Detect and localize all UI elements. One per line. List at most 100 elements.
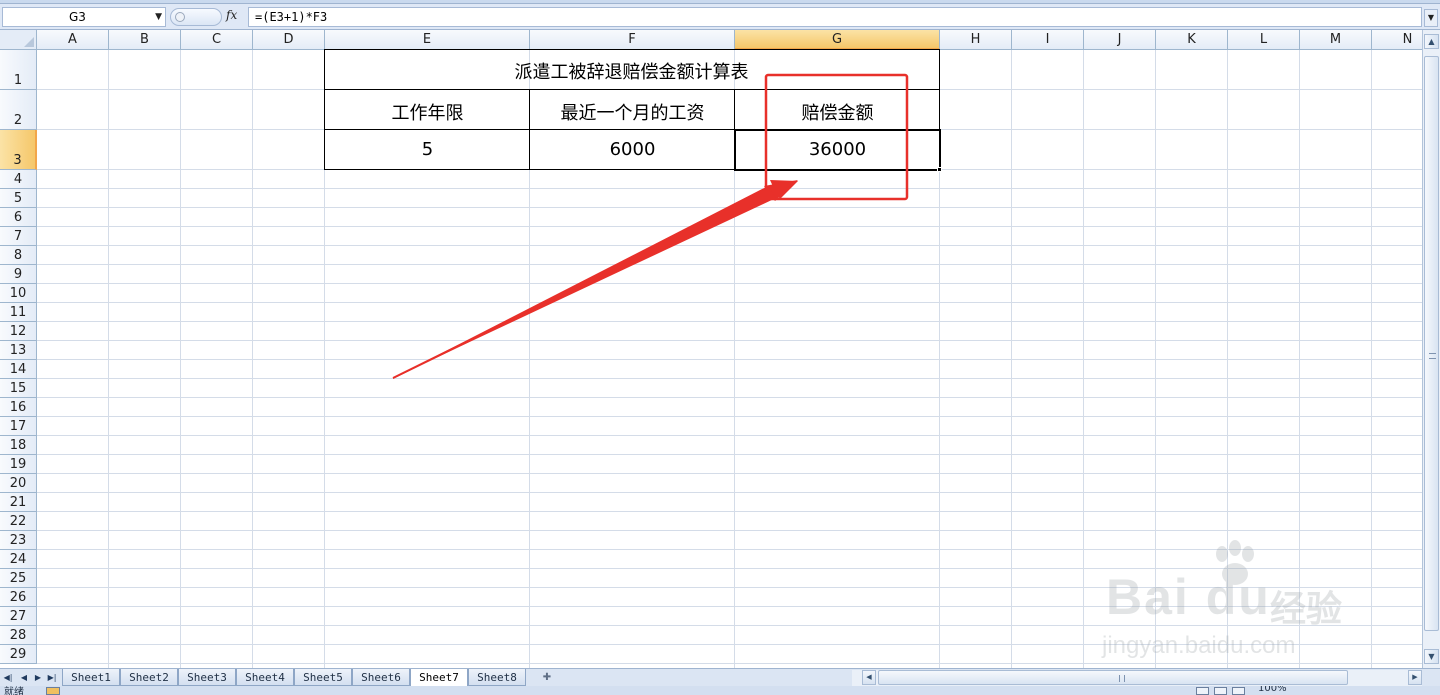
sheet-tab-sheet6[interactable]: Sheet6 [352, 669, 410, 686]
row-header-28[interactable]: 28 [0, 626, 37, 645]
column-header-d[interactable]: D [253, 30, 325, 50]
row-header-25[interactable]: 25 [0, 569, 37, 588]
column-header-e[interactable]: E [325, 30, 530, 50]
column-header-j[interactable]: J [1084, 30, 1156, 50]
macro-record-icon[interactable] [46, 687, 60, 695]
fill-handle[interactable] [937, 167, 942, 172]
vertical-scroll-thumb[interactable] [1424, 56, 1439, 631]
table-value-cell[interactable]: 5 [325, 139, 530, 160]
sheet-tab-sheet4[interactable]: Sheet4 [236, 669, 294, 686]
new-sheet-icon[interactable]: ✚ [536, 670, 558, 685]
row-header-29[interactable]: 29 [0, 645, 37, 664]
column-header-n[interactable]: N [1372, 30, 1422, 50]
select-all-button[interactable] [0, 30, 37, 50]
row-header-13[interactable]: 13 [0, 341, 37, 360]
row-header-19[interactable]: 19 [0, 455, 37, 474]
gridline-horizontal [37, 435, 1422, 436]
active-cell-selection[interactable] [734, 129, 941, 171]
column-header-a[interactable]: A [37, 30, 109, 50]
sheet-tab-sheet3[interactable]: Sheet3 [178, 669, 236, 686]
row-header-10[interactable]: 10 [0, 284, 37, 303]
row-number: 6 [13, 210, 23, 225]
column-header-c[interactable]: C [181, 30, 253, 50]
next-sheet-icon[interactable]: ▶ [32, 671, 44, 685]
page-layout-icon[interactable] [1214, 687, 1227, 695]
fx-icon[interactable]: fx [226, 8, 237, 22]
row-header-1[interactable]: 1 [0, 50, 37, 90]
scroll-left-icon[interactable]: ◀ [862, 670, 876, 685]
dropdown-icon[interactable]: ▼ [155, 8, 162, 26]
row-header-14[interactable]: 14 [0, 360, 37, 379]
column-header-g[interactable]: G [735, 30, 940, 50]
row-number: 16 [9, 400, 27, 415]
column-header-l[interactable]: L [1228, 30, 1300, 50]
row-header-26[interactable]: 26 [0, 588, 37, 607]
row-header-24[interactable]: 24 [0, 550, 37, 569]
row-number: 25 [9, 571, 27, 586]
formula-cancel-enter-button[interactable] [170, 8, 222, 26]
formula-buttons: fx [170, 7, 246, 27]
scroll-down-icon[interactable]: ▼ [1424, 649, 1439, 664]
last-sheet-icon[interactable]: ▶| [46, 671, 58, 685]
row-header-2[interactable]: 2 [0, 90, 37, 130]
expand-icon[interactable]: ▼ [1424, 9, 1438, 27]
horizontal-scroll-thumb[interactable] [878, 670, 1348, 685]
grip-icon [1429, 353, 1436, 359]
row-header-23[interactable]: 23 [0, 531, 37, 550]
first-sheet-icon[interactable]: ◀| [2, 671, 14, 685]
gridline-horizontal [37, 302, 1422, 303]
table-title[interactable]: 派遣工被辞退赔偿金额计算表 [324, 58, 939, 84]
column-header-i[interactable]: I [1012, 30, 1084, 50]
sheet-tab-sheet5[interactable]: Sheet5 [294, 669, 352, 686]
column-header-k[interactable]: K [1156, 30, 1228, 50]
row-header-8[interactable]: 8 [0, 246, 37, 265]
sheet-tab-sheet7[interactable]: Sheet7 [410, 669, 468, 687]
row-header-11[interactable]: 11 [0, 303, 37, 322]
scroll-up-icon[interactable]: ▲ [1424, 34, 1439, 49]
row-number: 29 [9, 647, 27, 662]
row-header-17[interactable]: 17 [0, 417, 37, 436]
row-header-9[interactable]: 9 [0, 265, 37, 284]
table-header-cell[interactable]: 赔偿金额 [735, 99, 940, 125]
row-header-7[interactable]: 7 [0, 227, 37, 246]
sheet-tab-sheet8[interactable]: Sheet8 [468, 669, 526, 686]
gridline-horizontal [37, 283, 1422, 284]
scroll-right-icon[interactable]: ▶ [1408, 670, 1422, 685]
column-header-h[interactable]: H [940, 30, 1012, 50]
column-header-b[interactable]: B [109, 30, 181, 50]
row-header-4[interactable]: 4 [0, 170, 37, 189]
gridline-horizontal [37, 378, 1422, 379]
row-header-18[interactable]: 18 [0, 436, 37, 455]
row-header-16[interactable]: 16 [0, 398, 37, 417]
sheet-tab-sheet2[interactable]: Sheet2 [120, 669, 178, 686]
table-header-cell[interactable]: 工作年限 [325, 99, 530, 125]
vertical-scrollbar[interactable]: ▲ ▼ [1422, 30, 1440, 668]
row-header-21[interactable]: 21 [0, 493, 37, 512]
row-header-5[interactable]: 5 [0, 189, 37, 208]
table-header-cell[interactable]: 最近一个月的工资 [530, 99, 735, 125]
name-box[interactable]: G3 ▼ [2, 7, 166, 27]
normal-view-icon[interactable] [1196, 687, 1209, 695]
row-header-12[interactable]: 12 [0, 322, 37, 341]
row-header-27[interactable]: 27 [0, 607, 37, 626]
gridline-horizontal [37, 245, 1422, 246]
gridline-horizontal [37, 587, 1422, 588]
row-number: 22 [9, 514, 27, 529]
column-header-f[interactable]: F [530, 30, 735, 50]
row-number: 27 [9, 609, 27, 624]
row-header-22[interactable]: 22 [0, 512, 37, 531]
sheet-tab-sheet1[interactable]: Sheet1 [62, 669, 120, 686]
row-header-20[interactable]: 20 [0, 474, 37, 493]
row-header-6[interactable]: 6 [0, 208, 37, 227]
row-number: 5 [13, 191, 23, 206]
row-header-15[interactable]: 15 [0, 379, 37, 398]
formula-input[interactable]: =(E3+1)*F3 [248, 7, 1422, 27]
row-header-3[interactable]: 3 [0, 130, 37, 170]
table-value-cell[interactable]: 6000 [530, 139, 735, 160]
zoom-level[interactable]: 100% [1258, 686, 1287, 694]
page-break-icon[interactable] [1232, 687, 1245, 695]
prev-sheet-icon[interactable]: ◀ [18, 671, 30, 685]
gridline-horizontal [37, 530, 1422, 531]
horizontal-scrollbar[interactable]: ◀ ▶ [852, 670, 1422, 686]
column-header-m[interactable]: M [1300, 30, 1372, 50]
